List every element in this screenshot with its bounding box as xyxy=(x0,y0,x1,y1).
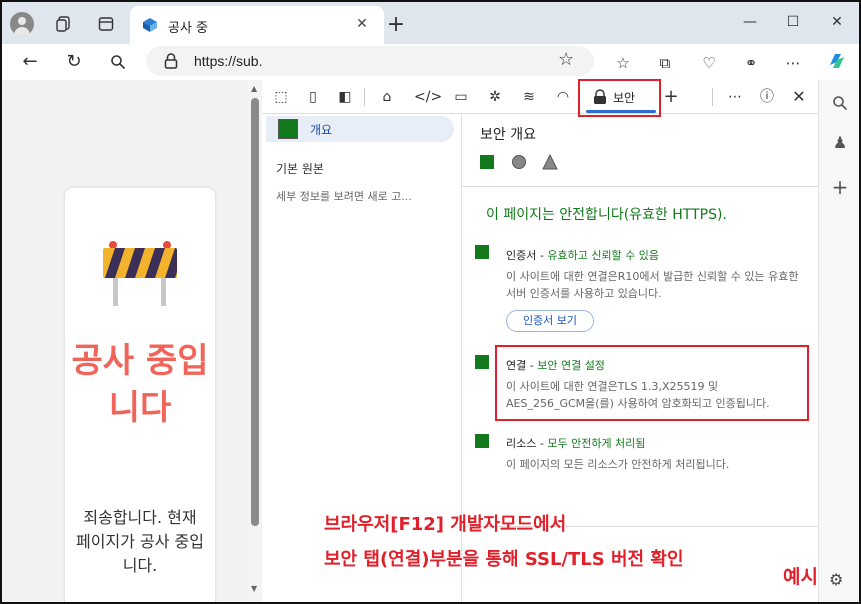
certificate-status-icon xyxy=(475,245,489,259)
sidebar-search-icon[interactable] xyxy=(829,92,851,114)
search-icon[interactable] xyxy=(104,48,132,76)
sidebar-item-overview[interactable]: 개요 xyxy=(266,116,454,142)
security-summary: 이 페이지는 안전합니다(유효한 HTTPS). xyxy=(486,207,727,223)
security-tab-highlight xyxy=(578,79,661,117)
construction-card: 공사 중입니다 죄송합니다. 현재 페이지가 공사 중입니다. xyxy=(65,188,215,604)
close-window-icon[interactable]: ✕ xyxy=(822,10,852,34)
console-icon[interactable]: ▭ xyxy=(450,86,472,108)
more-options-icon[interactable]: ⋯ xyxy=(780,50,806,76)
browser-essentials-icon[interactable]: ♡ xyxy=(696,50,722,76)
settings-gear-icon[interactable]: ⚙ xyxy=(829,570,843,589)
browser-tab[interactable]: 공사 중 ✕ xyxy=(130,6,384,44)
network-wifi-icon[interactable]: ≋ xyxy=(518,86,540,108)
close-tab-icon[interactable]: ✕ xyxy=(352,14,372,34)
lock-icon[interactable] xyxy=(164,53,178,69)
minimize-icon[interactable]: — xyxy=(735,10,765,34)
construction-message: 죄송합니다. 현재 페이지가 공사 중입니다. xyxy=(76,508,204,575)
annotation-line-2: 보안 탭(연결)부분을 통해 SSL/TLS 버전 확인 xyxy=(324,549,684,570)
scrollbar-thumb[interactable] xyxy=(251,98,259,526)
main-origin-note: 세부 정보를 보려면 새로 고... xyxy=(276,190,412,203)
sources-debug-icon[interactable]: ✲ xyxy=(484,86,506,108)
maximize-icon[interactable]: ☐ xyxy=(778,10,808,34)
construction-title: 공사 중입니다 xyxy=(71,341,209,428)
extensions-icon[interactable]: ⚭ xyxy=(738,50,764,76)
resources-status-icon xyxy=(475,434,489,448)
more-tools-plus-icon[interactable]: + xyxy=(660,86,682,108)
customize-menu-icon[interactable]: ⋯ xyxy=(724,86,746,108)
page-scrollbar[interactable]: ▲ ▼ xyxy=(248,80,262,602)
connection-status-icon xyxy=(475,355,489,369)
webpage-viewport: 공사 중입니다 죄송합니다. 현재 페이지가 공사 중입니다. xyxy=(2,80,248,604)
url-text[interactable]: https://sub. xyxy=(194,53,262,69)
overview-label: 개요 xyxy=(310,123,333,137)
annotation-line-1: 브라우저[F12] 개발자모드에서 xyxy=(324,514,567,535)
address-bar[interactable]: https://sub. ☆ xyxy=(146,46,594,76)
elements-icon[interactable]: </> xyxy=(414,86,442,108)
tab-actions-icon[interactable] xyxy=(94,12,118,36)
resources-description: 이 페이지의 모든 리소스가 안전하게 처리됩니다. xyxy=(506,458,730,471)
copilot-icon[interactable] xyxy=(824,50,850,76)
edge-sidebar: ♟ + xyxy=(818,80,859,602)
dock-sidebar-icon[interactable]: ◧ xyxy=(334,86,356,108)
performance-icon[interactable]: ◠ xyxy=(552,86,574,108)
certificate-description: 이 사이트에 대한 연결은R10에서 발급한 신뢰할 수 있는 유효한 서버 인… xyxy=(506,270,799,300)
device-emulation-icon[interactable]: ▯ xyxy=(302,86,324,108)
warning-legend-icon xyxy=(542,154,558,170)
new-tab-button[interactable]: + xyxy=(384,12,408,37)
devtools-toolbar: ⬚ ▯ ◧ ⌂ </> ▭ ✲ ≋ ◠ 보안 + ⋯ ⓘ ✕ xyxy=(262,80,818,114)
help-icon[interactable]: ⓘ xyxy=(756,86,778,108)
favorite-star-icon[interactable]: ☆ xyxy=(558,49,574,70)
info-legend-icon xyxy=(512,155,526,169)
favorites-icon[interactable]: ☆ xyxy=(610,50,636,76)
certificate-title: 인증서 - 유효하고 신뢰할 수 있음 xyxy=(506,249,660,262)
welcome-home-icon[interactable]: ⌂ xyxy=(376,86,398,108)
construction-barrier-icon xyxy=(103,241,177,306)
collections-icon[interactable] xyxy=(52,12,76,36)
profile-avatar[interactable] xyxy=(10,12,34,36)
navigation-bar: ← ↻ https://sub. ☆ ☆ ⧉ ♡ ⚭ ⋯ xyxy=(2,44,859,80)
refresh-icon[interactable]: ↻ xyxy=(60,48,88,76)
resources-title: 리소스 - 모두 안전하게 처리됨 xyxy=(506,437,646,450)
secure-status-icon xyxy=(278,119,298,139)
sidebar-game-icon[interactable]: ♟ xyxy=(829,132,851,154)
collections-add-icon[interactable]: ⧉ xyxy=(652,50,678,76)
secure-legend-icon xyxy=(480,155,494,169)
scroll-up-icon[interactable]: ▲ xyxy=(251,84,257,93)
connection-highlight xyxy=(495,345,809,421)
main-origin-heading: 기본 원본 xyxy=(276,162,324,176)
scroll-down-icon[interactable]: ▼ xyxy=(251,584,257,593)
back-icon[interactable]: ← xyxy=(16,48,44,76)
view-certificate-button[interactable]: 인증서 보기 xyxy=(506,310,594,332)
overview-title: 보안 개요 xyxy=(480,127,536,143)
close-devtools-icon[interactable]: ✕ xyxy=(788,86,810,108)
annotation-example: 예시 xyxy=(783,566,818,588)
inspect-element-icon[interactable]: ⬚ xyxy=(270,86,292,108)
title-bar: 공사 중 ✕ + — ☐ ✕ xyxy=(2,2,859,44)
sidebar-add-icon[interactable]: + xyxy=(829,176,851,198)
site-favicon-icon xyxy=(143,18,157,32)
tab-title: 공사 중 xyxy=(168,21,209,36)
